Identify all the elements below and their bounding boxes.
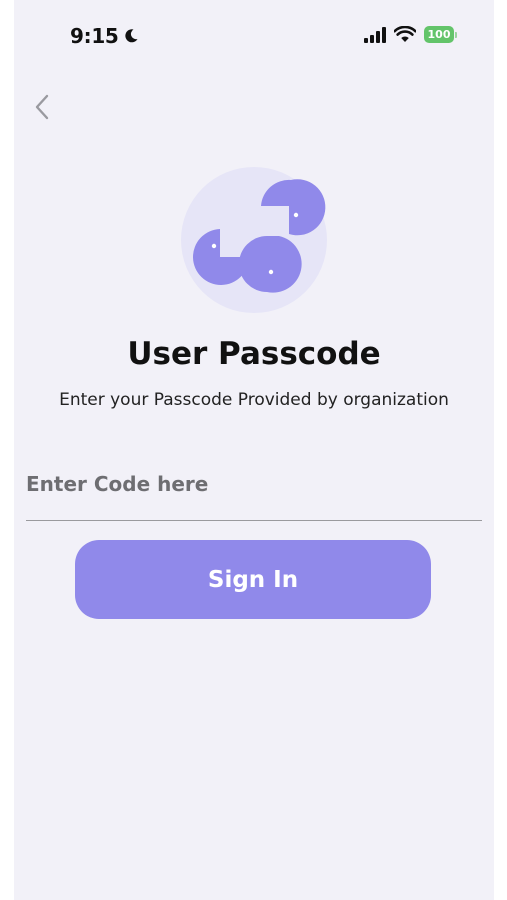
cellular-signal-icon: [364, 26, 386, 43]
passcode-screen: 9:15 100 User Passcode Enter your Passco…: [14, 0, 494, 900]
battery-icon: 100: [424, 26, 457, 43]
back-button[interactable]: [28, 92, 58, 122]
passcode-input[interactable]: [26, 448, 482, 521]
status-bar-time: 9:15: [70, 24, 139, 48]
app-logo: [181, 167, 327, 313]
status-time-text: 9:15: [70, 24, 119, 48]
page-title: User Passcode: [127, 336, 381, 372]
sign-in-button[interactable]: Sign In: [75, 540, 431, 619]
battery-level: 100: [427, 28, 451, 41]
moon-icon: [124, 29, 138, 43]
chevron-left-icon: [35, 94, 49, 120]
status-bar-indicators: 100: [364, 26, 457, 43]
page-subtitle: Enter your Passcode Provided by organiza…: [59, 390, 449, 410]
wifi-icon: [394, 26, 416, 42]
